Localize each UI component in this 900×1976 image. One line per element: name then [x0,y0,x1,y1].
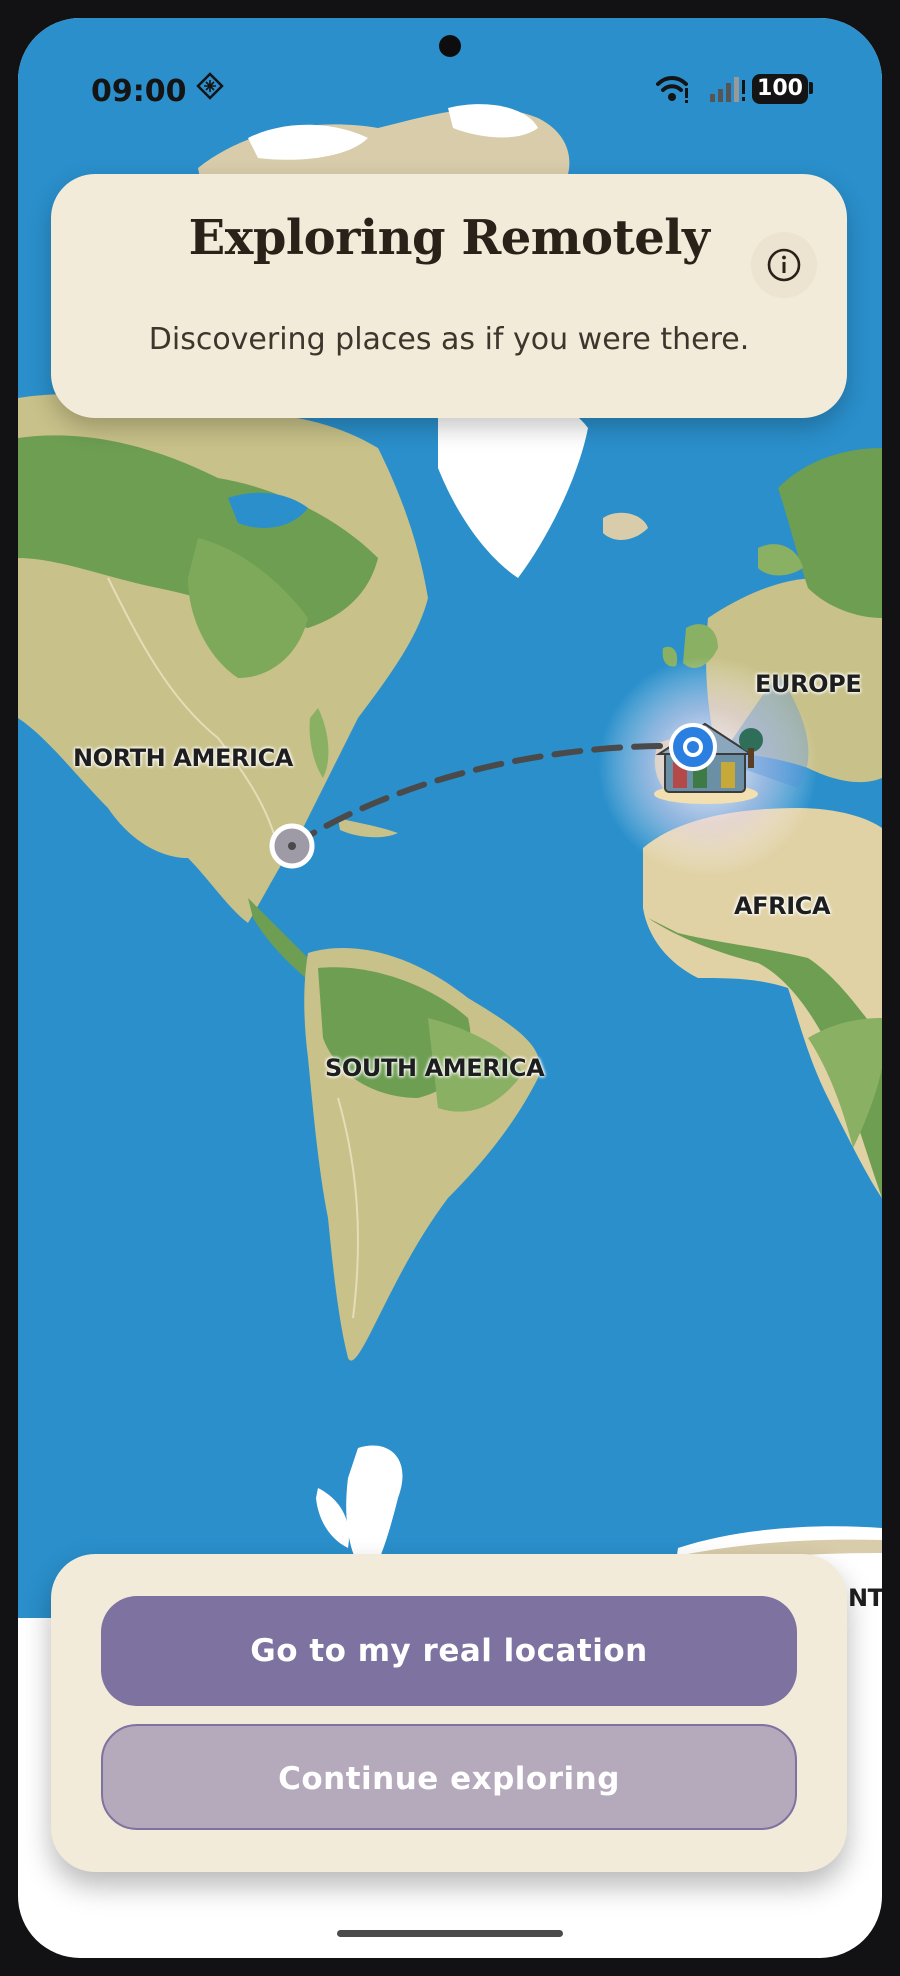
cellular-signal-icon [710,77,745,102]
continue-exploring-button[interactable]: Continue exploring [101,1724,797,1830]
screen: NORTH AMERICA SOUTH AMERICA EUROPE AFRIC… [18,18,882,1958]
go-to-real-location-button[interactable]: Go to my real location [101,1596,797,1706]
front-camera [439,35,461,57]
label-europe: EUROPE [755,670,862,698]
info-icon [767,248,801,282]
info-button[interactable] [751,232,817,298]
status-bar: 09:00 100 [18,18,882,118]
action-sheet: Go to my real location Continue explorin… [51,1554,847,1872]
diamond-grid-icon [196,72,224,100]
label-south-america: SOUTH AMERICA [325,1054,545,1082]
battery-tip [809,82,813,94]
status-time: 09:00 [91,74,187,109]
wifi-icon [656,76,688,103]
label-antarctica-partial: NTA [848,1584,882,1612]
remote-exploring-card: Exploring Remotely Discovering places as… [51,174,847,418]
page-title: Exploring Remotely [188,210,710,266]
phone-frame: NORTH AMERICA SOUTH AMERICA EUROPE AFRIC… [0,0,900,1976]
page-subtitle: Discovering places as if you were there. [148,322,750,357]
label-north-america: NORTH AMERICA [73,744,293,772]
current-position-marker-icon[interactable] [668,722,718,772]
battery-indicator: 100 [752,74,808,104]
home-indicator[interactable] [337,1930,563,1937]
label-africa: AFRICA [734,892,831,920]
